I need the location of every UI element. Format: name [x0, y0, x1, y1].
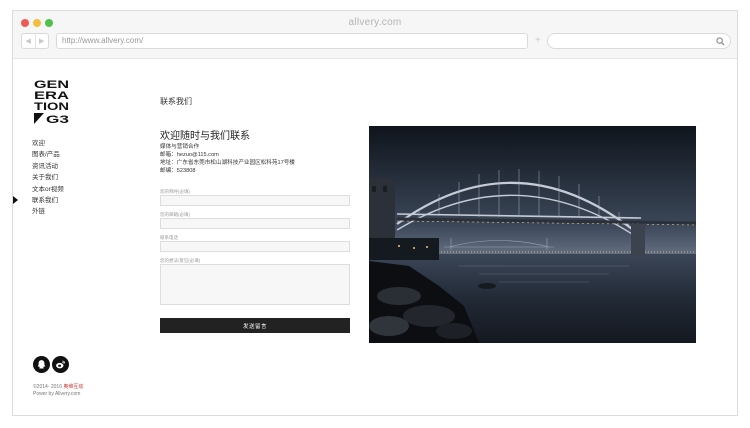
sidebar-item-about[interactable]: 关于我们: [32, 172, 64, 183]
email-label: 您的邮箱(必填): [160, 212, 190, 217]
message-label: 您的想法/意见(必填): [160, 258, 201, 263]
back-button[interactable]: ◀: [22, 34, 35, 48]
site-logo[interactable]: GEN ERA TION G3: [33, 78, 70, 126]
forward-button[interactable]: ▶: [34, 34, 49, 48]
send-message-button[interactable]: 发送留言: [160, 318, 350, 333]
social-links: [33, 356, 69, 373]
logo-line: G3: [46, 114, 69, 126]
message-field[interactable]: [160, 264, 350, 305]
name-label: 您的称呼(必填): [160, 189, 190, 194]
qq-glyph: [37, 360, 46, 369]
address-bar[interactable]: http://www.allvery.com/: [56, 33, 528, 49]
sidebar-menu: 欢迎 图表/产品 资讯活动 关于我们 文本or视频 联系我们 外链: [32, 138, 64, 218]
powered-by-text: Power by Allvery.com: [33, 391, 81, 397]
info-line: 地址：广东省东莞市松山湖科技产业园区松科苑17号楼: [160, 160, 295, 166]
logo-line: TION: [34, 101, 69, 113]
weibo-icon[interactable]: [52, 356, 69, 373]
bridge-photo: [369, 126, 696, 343]
new-tab-button[interactable]: +: [535, 33, 541, 49]
sidebar-item-news[interactable]: 资讯活动: [32, 161, 64, 172]
info-line: 邮编：523808: [160, 168, 196, 174]
name-field[interactable]: [160, 195, 350, 206]
contact-heading: 欢迎随时与我们联系: [160, 131, 250, 142]
copyright-text: ©2014- 2016 奥维互动: [33, 383, 83, 390]
sidebar-item-media[interactable]: 文本or视频: [32, 184, 64, 195]
copyright-prefix: ©2014- 2016: [33, 384, 64, 390]
history-nav: ◀ ▶: [21, 33, 49, 49]
browser-search-input[interactable]: [547, 33, 731, 49]
contact-form: 您的称呼(必填) 您的邮箱(必填) 联系电话 您的想法/意见(必填) 发送留言: [160, 188, 350, 333]
active-menu-arrow-icon: [13, 196, 18, 204]
browser-window: allvery.com ◀ ▶ http://www.allvery.com/ …: [12, 10, 738, 416]
sidebar-item-welcome[interactable]: 欢迎: [32, 138, 64, 149]
window-title: allvery.com: [348, 17, 402, 28]
page-title: 联系我们: [160, 97, 192, 106]
email-field[interactable]: [160, 218, 350, 229]
sidebar-item-contact[interactable]: 联系我们: [32, 195, 64, 206]
contact-info: 媒体与营销合作 邮箱：hezuo@115.com 地址：广东省东莞市松山湖科技产…: [160, 143, 295, 175]
logo-triangle: [34, 113, 44, 124]
page-content: GEN ERA TION G3 欢迎 图表/产品 资讯活动 关于我们 文本or视…: [13, 60, 737, 415]
weibo-glyph: [56, 360, 66, 369]
phone-label: 联系电话: [160, 235, 178, 240]
bridge-illustration: [369, 126, 696, 343]
copyright-link[interactable]: 奥维互动: [63, 384, 83, 390]
phone-field[interactable]: [160, 241, 350, 252]
sidebar-item-links[interactable]: 外链: [32, 206, 64, 217]
info-line: 邮箱：hezuo@115.com: [160, 152, 219, 158]
qq-icon[interactable]: [33, 356, 50, 373]
info-line: 媒体与营销合作: [160, 144, 200, 150]
browser-titlebar: allvery.com ◀ ▶ http://www.allvery.com/ …: [13, 11, 737, 59]
search-icon[interactable]: [716, 37, 725, 46]
sidebar-item-products[interactable]: 图表/产品: [32, 149, 64, 160]
